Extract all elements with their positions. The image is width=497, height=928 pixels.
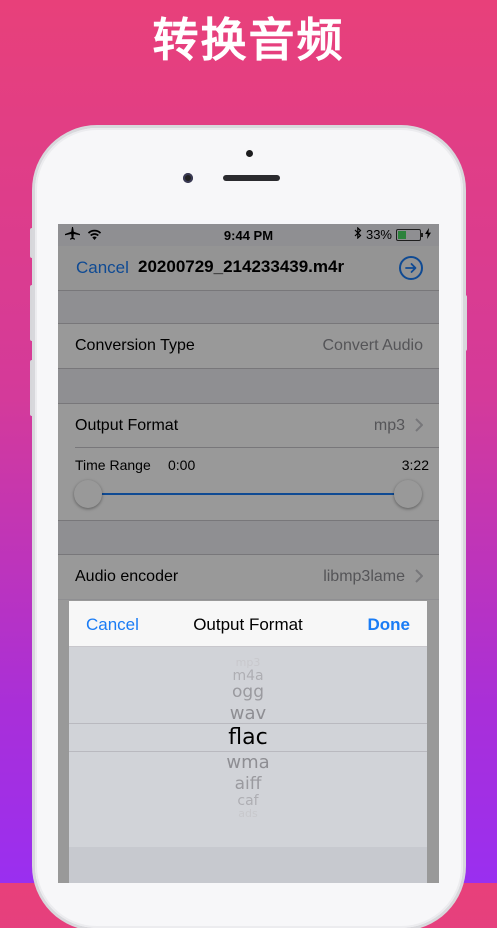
picker-option[interactable]: wav	[69, 703, 427, 725]
proximity-sensor	[246, 150, 253, 157]
picker-option[interactable]: aiff	[69, 774, 427, 794]
volume-down-button	[30, 360, 34, 416]
picker-cancel-button[interactable]: Cancel	[86, 615, 139, 635]
picker-option-selected[interactable]: flac	[69, 724, 427, 751]
picker-option[interactable]: ads	[69, 808, 427, 820]
format-picker-sheet: Output Format Cancel Done mp3 m4a ogg wa…	[69, 601, 427, 883]
picker-option[interactable]: wma	[69, 752, 427, 774]
format-picker-wheel[interactable]: mp3 m4a ogg wav flac wma aiff caf ads	[69, 647, 427, 847]
volume-up-button	[30, 285, 34, 341]
picker-toolbar: Output Format Cancel Done	[69, 601, 427, 647]
picker-option[interactable]: ogg	[69, 682, 427, 702]
power-button	[463, 295, 467, 351]
picker-done-button[interactable]: Done	[368, 615, 411, 635]
promo-headline: 转换音频	[152, 13, 345, 67]
earpiece-speaker	[223, 175, 280, 181]
front-camera	[183, 173, 193, 183]
phone-screen: 9:44 PM 33% Cancel 20200729_214233439.m4…	[58, 224, 439, 883]
picker-bottom-band	[69, 847, 427, 883]
mute-switch	[30, 228, 34, 258]
